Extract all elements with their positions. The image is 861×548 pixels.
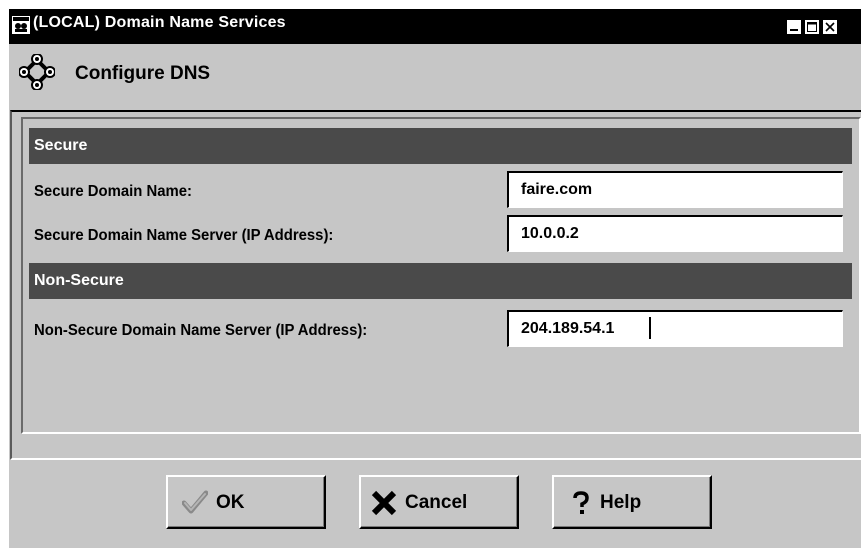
title-bar[interactable]: (LOCAL) Domain Name Services xyxy=(9,9,861,44)
secure-domain-name-input[interactable] xyxy=(507,171,843,208)
ok-label: OK xyxy=(216,492,245,513)
section-header-secure: Secure xyxy=(29,128,852,164)
text-cursor xyxy=(649,317,651,339)
window-title: (LOCAL) Domain Name Services xyxy=(33,14,286,31)
non-secure-dns-server-input[interactable] xyxy=(507,310,843,347)
checkmark-icon xyxy=(181,490,209,516)
cancel-button[interactable]: Cancel xyxy=(359,475,519,529)
secure-dns-server-label: Secure Domain Name Server (IP Address): xyxy=(34,227,334,244)
question-mark-icon xyxy=(568,490,594,516)
app-icon[interactable] xyxy=(11,15,31,35)
minimize-button[interactable] xyxy=(786,19,802,35)
section-header-non-secure: Non-Secure xyxy=(29,263,852,299)
non-secure-dns-server-label: Non-Secure Domain Name Server (IP Addres… xyxy=(34,322,368,339)
form-panel: Secure Secure Domain Name: Secure Domain… xyxy=(21,117,861,434)
close-icon xyxy=(825,22,835,32)
help-button[interactable]: Help xyxy=(552,475,712,529)
network-icon xyxy=(18,53,56,91)
dns-window: (LOCAL) Domain Name Services Configure D… xyxy=(9,9,861,548)
x-icon xyxy=(371,490,397,516)
maximize-button[interactable] xyxy=(804,19,820,35)
ok-button[interactable]: OK xyxy=(166,475,326,529)
maximize-icon xyxy=(807,22,817,32)
page-title: Configure DNS xyxy=(75,63,211,84)
minimize-icon xyxy=(790,29,798,31)
main-panel: Secure Secure Domain Name: Secure Domain… xyxy=(10,110,861,460)
secure-domain-name-label: Secure Domain Name: xyxy=(34,183,192,200)
close-button[interactable] xyxy=(822,19,838,35)
help-label: Help xyxy=(600,492,642,513)
secure-dns-server-input[interactable] xyxy=(507,215,843,252)
cancel-label: Cancel xyxy=(405,492,468,513)
dialog-header: Configure DNS xyxy=(9,44,861,109)
